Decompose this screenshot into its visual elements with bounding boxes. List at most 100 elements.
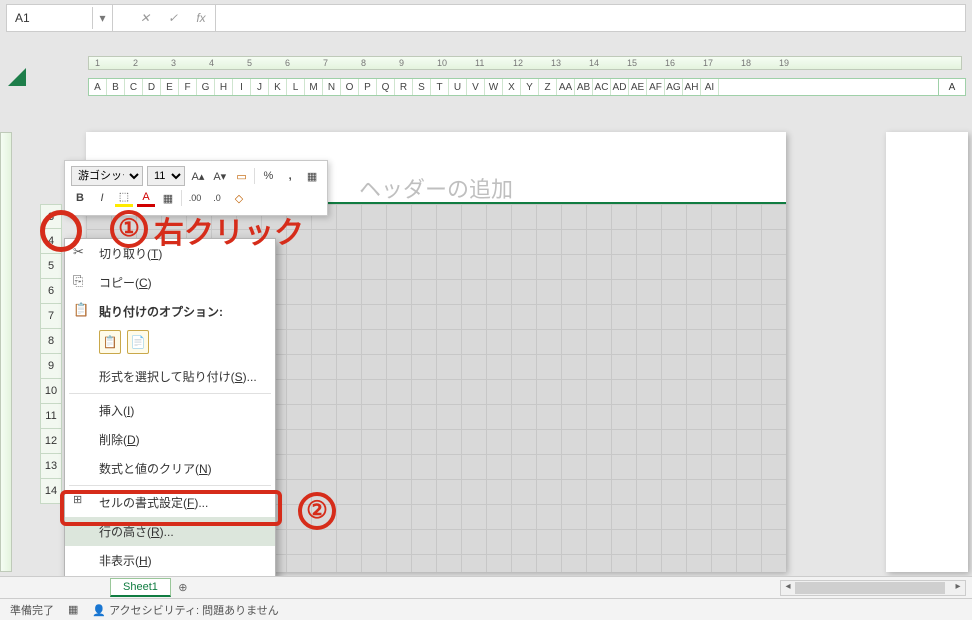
italic-icon[interactable]: I (93, 189, 111, 207)
header-placeholder[interactable]: ヘッダーの追加 (359, 172, 513, 204)
row-header-cell[interactable]: 9 (40, 354, 62, 379)
column-header-cell[interactable]: U (449, 79, 467, 95)
column-header-cell[interactable]: E (161, 79, 179, 95)
row-header-cell[interactable]: 7 (40, 304, 62, 329)
row-header-cell[interactable]: 11 (40, 404, 62, 429)
column-header-cell[interactable]: N (323, 79, 341, 95)
borders-icon[interactable]: ▦ (159, 189, 177, 207)
column-header-cell[interactable]: Y (521, 79, 539, 95)
column-header-cell[interactable]: J (251, 79, 269, 95)
menu-delete[interactable]: 削除(D) (65, 425, 275, 454)
column-header-cell[interactable]: B (107, 79, 125, 95)
menu-copy[interactable]: ⎘コピー(C) (65, 268, 275, 297)
enter-formula-icon[interactable]: ✓ (159, 5, 187, 31)
column-header-cell[interactable]: R (395, 79, 413, 95)
column-header-cell[interactable]: C (125, 79, 143, 95)
column-header-cell[interactable]: AF (647, 79, 665, 95)
column-header-cell[interactable]: V (467, 79, 485, 95)
fill-color-icon[interactable]: ⬚ (115, 189, 133, 207)
column-header-cell[interactable]: AG (665, 79, 683, 95)
row-header-cell[interactable]: 6 (40, 279, 62, 304)
conditional-format-icon[interactable]: ▦ (303, 167, 321, 185)
decrease-decimal-icon[interactable]: .0 (208, 189, 226, 207)
column-header-cell[interactable]: P (359, 79, 377, 95)
format-painter-icon[interactable]: ▭ (233, 167, 251, 185)
name-box-dropdown[interactable]: ▾ (93, 5, 113, 31)
column-header-cell[interactable]: X (503, 79, 521, 95)
select-all-triangle[interactable] (8, 68, 26, 86)
scroll-right-icon[interactable]: ▸ (951, 581, 965, 595)
row-header-cell[interactable]: 14 (40, 479, 62, 504)
column-header-cell[interactable]: AD (611, 79, 629, 95)
macro-record-icon[interactable]: ▦ (68, 603, 78, 616)
column-header-cell[interactable]: D (143, 79, 161, 95)
column-header-cell[interactable]: AB (575, 79, 593, 95)
horizontal-ruler: 12345678910111213141516171819 (88, 56, 962, 70)
column-header-cell[interactable]: I (233, 79, 251, 95)
paste-option-2[interactable]: 📄 (127, 330, 149, 354)
clear-format-icon[interactable]: ◇ (230, 189, 248, 207)
sheet-tab-active[interactable]: Sheet1 (110, 578, 171, 597)
font-size-select[interactable]: 11 (147, 166, 185, 186)
column-header-cell[interactable]: AC (593, 79, 611, 95)
bold-icon[interactable]: B (71, 189, 89, 207)
column-header-cell[interactable]: A (939, 79, 965, 95)
column-header-cell[interactable]: K (269, 79, 287, 95)
status-accessibility: 👤 アクセシビリティ: 問題ありません (92, 602, 278, 618)
menu-format-cells[interactable]: ⊞セルの書式設定(F)... (65, 488, 275, 517)
format-cells-icon: ⊞ (73, 493, 89, 509)
cancel-formula-icon[interactable]: ✕ (131, 5, 159, 31)
scroll-thumb[interactable] (795, 582, 945, 594)
increase-decimal-icon[interactable]: .00 (186, 189, 204, 207)
horizontal-scrollbar[interactable]: ◂ ▸ (780, 580, 966, 596)
column-headers[interactable]: ABCDEFGHIJKLMNOPQRSTUVWXYZAAABACADAEAFAG… (88, 78, 962, 96)
column-header-cell[interactable]: AE (629, 79, 647, 95)
context-menu: ✂切り取り(T) ⎘コピー(C) 📋貼り付けのオプション: 📋 📄 形式を選択し… (64, 238, 276, 605)
column-header-cell[interactable]: H (215, 79, 233, 95)
menu-row-height[interactable]: 行の高さ(R)... (65, 517, 275, 546)
column-headers-page2[interactable]: A (938, 78, 966, 96)
column-header-cell[interactable]: O (341, 79, 359, 95)
paste-option-1[interactable]: 📋 (99, 330, 121, 354)
menu-paste-special[interactable]: 形式を選択して貼り付け(S)... (65, 362, 275, 391)
annotation-text-1: 右クリック (154, 208, 304, 252)
column-header-cell[interactable]: Q (377, 79, 395, 95)
column-header-cell[interactable]: A (89, 79, 107, 95)
fx-icon[interactable]: fx (187, 5, 215, 31)
new-sheet-button[interactable]: ⊕ (171, 581, 195, 594)
row-header-cell[interactable]: 12 (40, 429, 62, 454)
annotation-number-1: ① (110, 210, 148, 248)
name-box[interactable]: A1 (7, 7, 93, 29)
row-header-cell[interactable]: 13 (40, 454, 62, 479)
scroll-left-icon[interactable]: ◂ (781, 581, 795, 595)
font-family-select[interactable]: 游ゴシック (71, 166, 143, 186)
menu-insert[interactable]: 挿入(I) (65, 396, 275, 425)
column-header-cell[interactable]: F (179, 79, 197, 95)
column-header-cell[interactable]: AA (557, 79, 575, 95)
worksheet-page-2 (886, 132, 968, 572)
column-header-cell[interactable]: G (197, 79, 215, 95)
decrease-font-icon[interactable]: A▾ (211, 167, 229, 185)
increase-font-icon[interactable]: A▴ (189, 167, 207, 185)
column-header-cell[interactable]: T (431, 79, 449, 95)
column-header-cell[interactable]: S (413, 79, 431, 95)
font-color-icon[interactable]: A (137, 189, 155, 207)
row-header-cell[interactable]: 10 (40, 379, 62, 404)
row-header-cell[interactable]: 5 (40, 254, 62, 279)
column-header-cell[interactable]: W (485, 79, 503, 95)
column-header-cell[interactable]: Z (539, 79, 557, 95)
vertical-ruler (0, 132, 12, 572)
percent-icon[interactable]: % (259, 167, 277, 185)
menu-hide[interactable]: 非表示(H) (65, 546, 275, 575)
row-header-cell[interactable]: 8 (40, 329, 62, 354)
comma-icon[interactable]: , (281, 167, 299, 185)
column-header-cell[interactable]: AI (701, 79, 719, 95)
clipboard-icon: 📋 (73, 302, 89, 318)
annotation-number-2: ② (298, 492, 336, 530)
column-header-cell[interactable]: L (287, 79, 305, 95)
column-header-cell[interactable]: AH (683, 79, 701, 95)
menu-clear[interactable]: 数式と値のクリア(N) (65, 454, 275, 483)
formula-bar: A1 ▾ ✕ ✓ fx (6, 4, 966, 32)
column-header-cell[interactable]: M (305, 79, 323, 95)
copy-icon: ⎘ (73, 273, 89, 289)
